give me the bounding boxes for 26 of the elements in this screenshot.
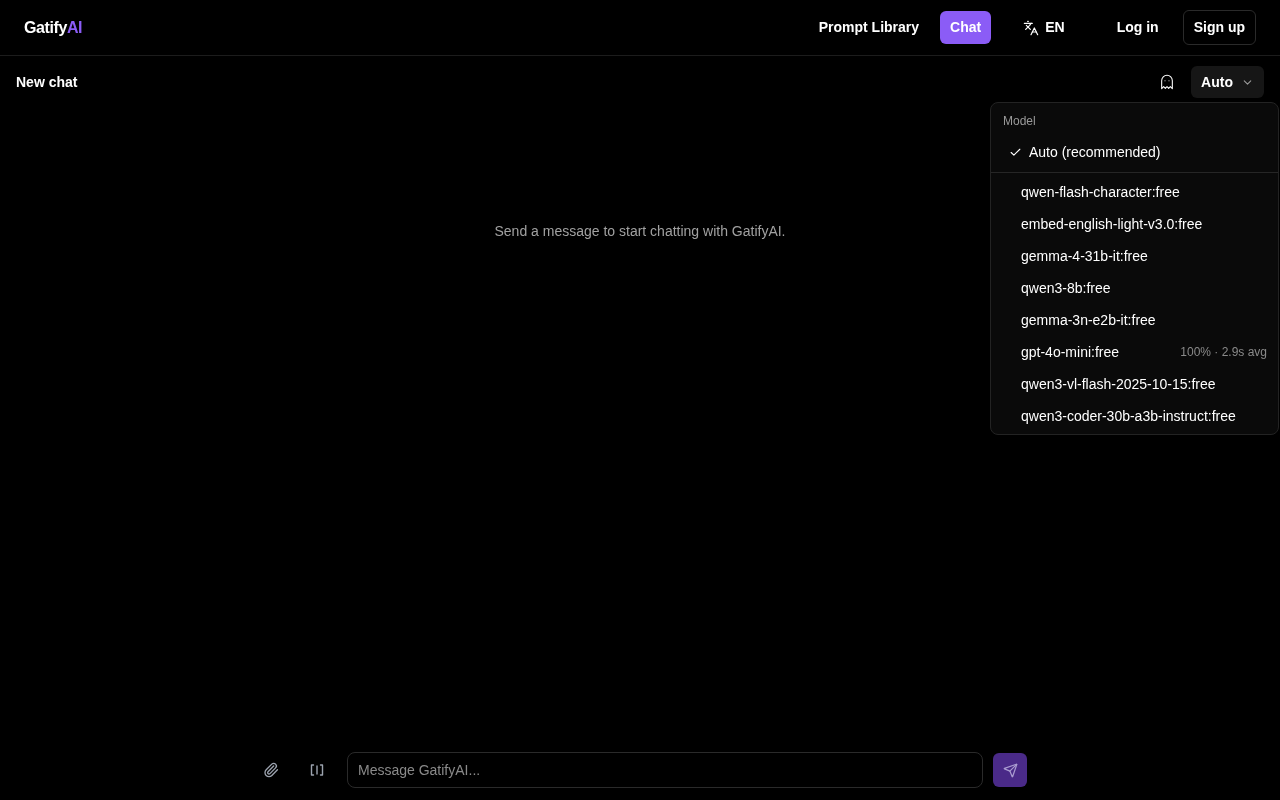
nav-tab[interactable]: Prompt Library: [809, 11, 929, 44]
bracket-split-icon: [310, 764, 324, 776]
menu-option[interactable]: qwen3-coder-30b-a3b-instruct:free: [995, 400, 1274, 432]
send-icon: [1002, 762, 1018, 778]
menu-option[interactable]: gemma-3n-e2b-it:free: [995, 304, 1274, 336]
menu-option[interactable]: gpt-4o-mini:free 100% · 2.9s avg: [995, 336, 1274, 368]
paperclip-icon: [263, 762, 279, 778]
menu-option[interactable]: gemma-4-31b-it:free: [995, 240, 1274, 272]
chat-title: New chat: [16, 72, 78, 92]
menu-option[interactable]: Auto (recommended): [995, 136, 1274, 168]
message-input[interactable]: Message GatifyAI...: [347, 752, 983, 788]
log-in-button[interactable]: Log in: [1104, 9, 1171, 46]
ghost-icon: [1159, 74, 1176, 90]
empty-state-message: Send a message to start chatting with GatifyAI.: [494, 222, 786, 241]
translate-icon: [1023, 19, 1040, 36]
menu-option[interactable]: embed-english-light-v3.0:free: [995, 208, 1274, 240]
language-button[interactable]: EN: [1011, 11, 1077, 44]
model-select[interactable]: Auto: [1191, 66, 1264, 98]
logo[interactable]: GatifyAI: [24, 15, 83, 40]
model-stats: 100% · 2.9s avg: [1180, 344, 1267, 361]
sign-up-button[interactable]: Sign up: [1182, 10, 1256, 45]
menu-option[interactable]: qwen3-8b:free: [995, 272, 1274, 304]
menu-label: Model: [1002, 113, 1037, 130]
menu-option[interactable]: qwen3-vl-flash-2025-10-15:free: [995, 368, 1274, 400]
nav-tab[interactable]: Chat: [940, 11, 992, 44]
menu-option[interactable]: qwen-flash-character:free: [995, 176, 1274, 208]
